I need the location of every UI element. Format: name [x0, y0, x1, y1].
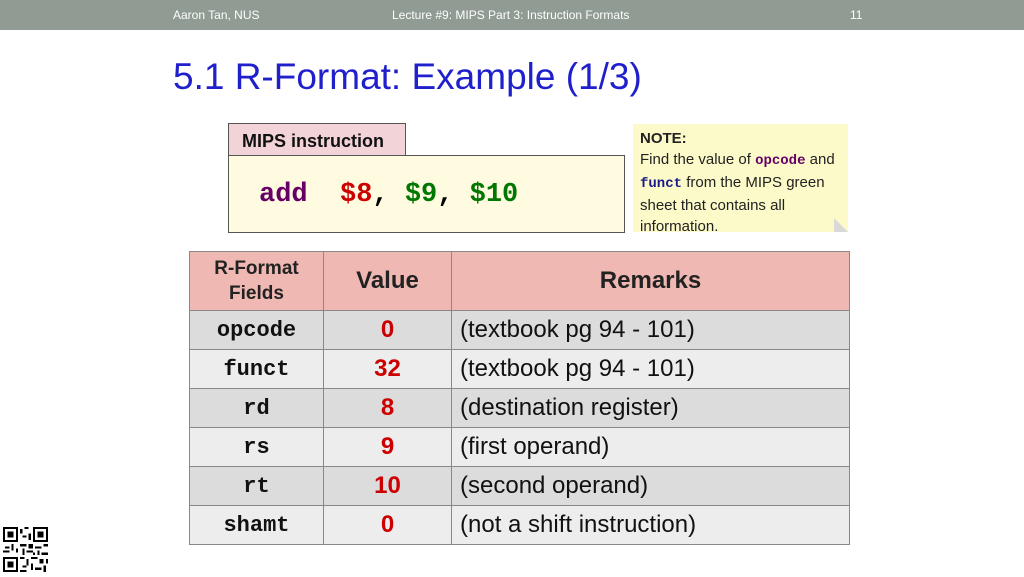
table-row: opcode 0 (textbook pg 94 - 101): [189, 310, 850, 350]
field-value: 9: [323, 427, 452, 467]
field-value: 32: [323, 349, 452, 389]
table-header-row: R-Format Fields Value Remarks: [189, 251, 850, 311]
field-remark: (textbook pg 94 - 101): [451, 349, 850, 389]
table-row: shamt 0 (not a shift instruction): [189, 505, 850, 545]
instruction-separator: ,: [372, 180, 389, 210]
header-lecture-title: Lecture #9: MIPS Part 3: Instruction For…: [392, 8, 630, 22]
note-heading: NOTE:: [640, 130, 687, 147]
header-value: Value: [323, 251, 452, 311]
instruction-reg-rd: $8: [340, 180, 373, 210]
instruction-reg-rt: $10: [469, 180, 519, 210]
note-text: and: [809, 151, 835, 168]
header-remarks: Remarks: [451, 251, 850, 311]
field-remark: (not a shift instruction): [451, 505, 850, 545]
header-author: Aaron Tan, NUS: [173, 8, 260, 22]
instruction-reg-rs: $9: [404, 180, 438, 210]
table-row: rd 8 (destination register): [189, 388, 850, 428]
field-remark: (destination register): [451, 388, 850, 428]
note-text: Find the value of: [640, 151, 751, 168]
r-format-fields-table: R-Format Fields Value Remarks opcode 0 (…: [189, 251, 850, 545]
field-name: funct: [189, 349, 324, 389]
qr-code-icon: [3, 527, 48, 572]
page-curl-decoration: [834, 218, 848, 232]
header-page-number: 11: [850, 8, 863, 22]
field-name: shamt: [189, 505, 324, 545]
mips-instruction-box: add $8, $9, $10: [228, 155, 625, 233]
field-remark: (textbook pg 94 - 101): [451, 310, 850, 350]
note-box: NOTE: Find the value of opcode and funct…: [633, 124, 848, 235]
note-code-funct: funct: [640, 176, 683, 192]
field-value: 0: [323, 505, 452, 545]
table-row: rt 10 (second operand): [189, 466, 850, 506]
field-name: rs: [189, 427, 324, 467]
field-value: 0: [323, 310, 452, 350]
note-body: Find the value of opcode and funct from …: [640, 149, 841, 237]
field-value: 10: [323, 466, 452, 506]
slide-header-bar: Aaron Tan, NUS Lecture #9: MIPS Part 3: …: [0, 0, 1024, 30]
table-row: rs 9 (first operand): [189, 427, 850, 467]
field-name: opcode: [189, 310, 324, 350]
header-fields: R-Format Fields: [189, 251, 324, 311]
field-value: 8: [323, 388, 452, 428]
slide-title: 5.1 R-Format: Example (1/3): [173, 56, 642, 97]
table-row: funct 32 (textbook pg 94 - 101): [189, 349, 850, 389]
instruction-opcode: add: [259, 180, 308, 210]
field-name: rd: [189, 388, 324, 428]
field-remark: (first operand): [451, 427, 850, 467]
field-remark: (second operand): [451, 466, 850, 506]
instruction-separator: ,: [437, 180, 454, 210]
note-code-opcode: opcode: [755, 153, 806, 169]
mips-instruction-tab: MIPS instruction: [228, 123, 406, 155]
field-name: rt: [189, 466, 324, 506]
